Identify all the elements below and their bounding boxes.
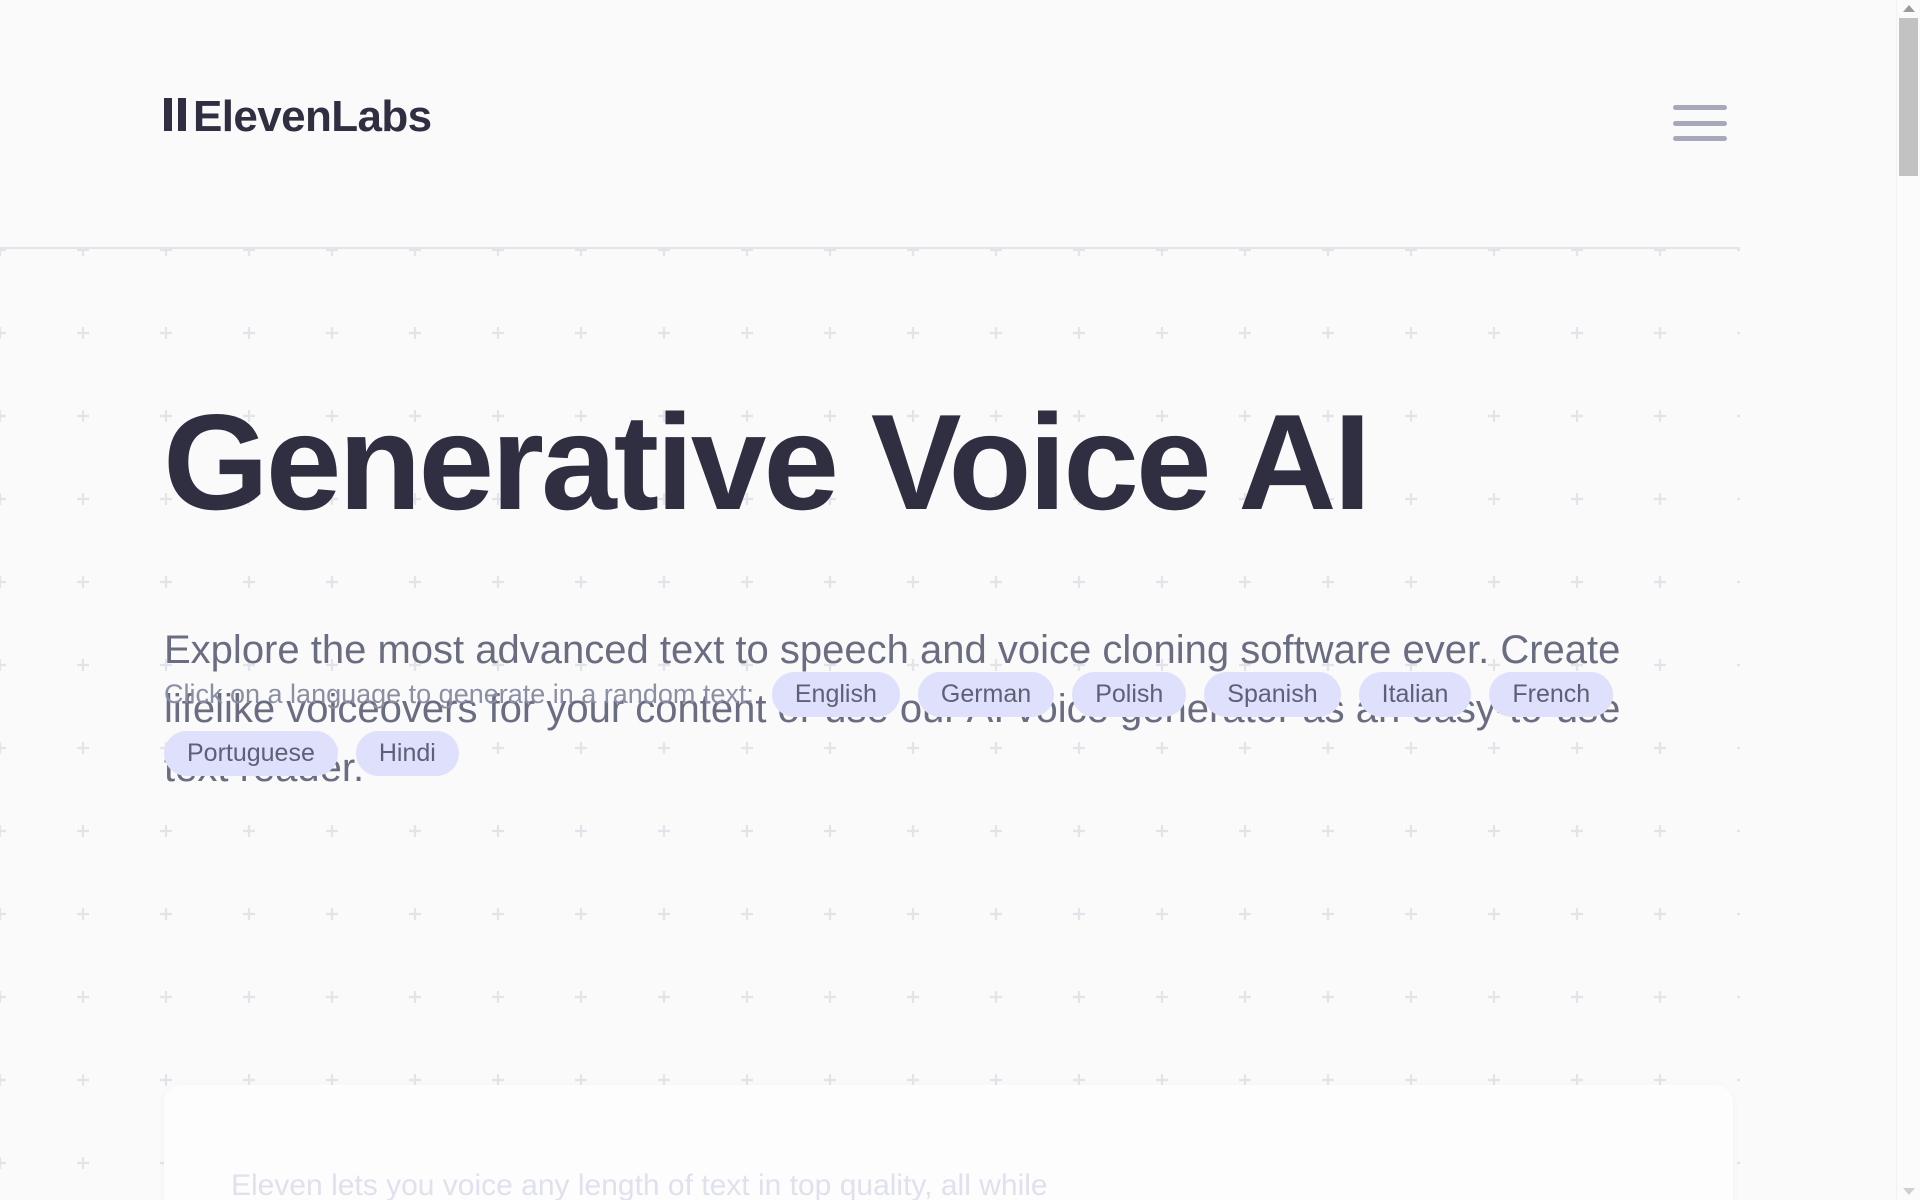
scroll-down-triangle <box>1902 1188 1915 1195</box>
text-editor-card[interactable]: Eleven lets you voice any length of text… <box>164 1085 1733 1200</box>
scroll-up-triangle <box>1902 5 1915 12</box>
language-pill-english[interactable]: English <box>771 672 900 717</box>
brand-logo-text: ElevenLabs <box>193 92 432 141</box>
language-pill-italian[interactable]: Italian <box>1358 672 1472 717</box>
hamburger-bar-3 <box>1673 136 1727 141</box>
language-pill-hindi[interactable]: Hindi <box>355 731 459 776</box>
scroll-up-arrow-icon[interactable] <box>1897 0 1920 17</box>
eleven-bars-icon <box>164 98 192 131</box>
language-prompt-label: Click on a language to generate in a ran… <box>164 679 754 709</box>
language-pill-french[interactable]: French <box>1489 672 1614 717</box>
hamburger-bar-1 <box>1673 105 1727 110</box>
language-pill-spanish[interactable]: Spanish <box>1204 672 1341 717</box>
hamburger-menu-icon[interactable] <box>1671 100 1729 146</box>
vertical-scrollbar[interactable] <box>1896 0 1920 1200</box>
scroll-down-arrow-icon[interactable] <box>1897 1183 1920 1200</box>
hamburger-bar-2 <box>1673 120 1727 126</box>
content-viewport: ElevenLabs Generative Voice AI Explore t… <box>0 0 1740 1200</box>
app-root: ElevenLabs Generative Voice AI Explore t… <box>0 0 1920 1200</box>
language-pill-polish[interactable]: Polish <box>1072 672 1187 717</box>
page-title: Generative Voice AI <box>163 386 1371 538</box>
scrollbar-thumb[interactable] <box>1899 18 1918 176</box>
page-canvas: ElevenLabs Generative Voice AI Explore t… <box>0 0 1896 1200</box>
editor-placeholder-text: Eleven lets you voice any length of text… <box>231 1169 1048 1200</box>
language-pill-portuguese[interactable]: Portuguese <box>164 731 338 776</box>
language-selector: Click on a language to generate in a ran… <box>164 672 1724 776</box>
site-header: ElevenLabs <box>0 0 1740 249</box>
language-pill-german[interactable]: German <box>917 672 1055 717</box>
brand-logo[interactable]: ElevenLabs <box>164 95 432 139</box>
